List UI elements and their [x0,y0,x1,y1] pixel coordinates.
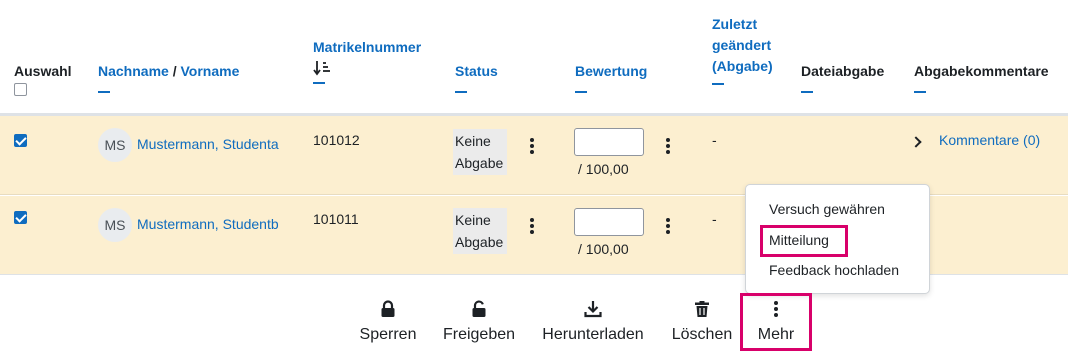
grade-menu-icon[interactable] [662,218,674,234]
sort-matrikel-link[interactable]: Matrikelnummer [313,39,421,55]
col-header-select-label: Auswahl [14,63,72,79]
col-header-comments: Abgabekommentare [914,61,1049,93]
delete-button[interactable]: Löschen [672,300,732,344]
status-line-2: Abgabe [455,155,504,171]
status-menu-icon[interactable] [526,138,538,154]
comments-link[interactable]: Kommentare (0) [939,132,1040,148]
status-menu-icon[interactable] [526,218,538,234]
modified-line-1[interactable]: Zuletzt [712,14,773,35]
sort-grade-link[interactable]: Bewertung [575,63,647,79]
matrikel-value: 101012 [313,132,360,148]
name-slash: / [168,63,181,79]
col-header-file: Dateiabgabe [801,61,884,93]
select-all-checkbox[interactable] [14,83,27,96]
file-label: Dateiabgabe [801,63,885,79]
collapse-modified-icon[interactable] [712,83,724,85]
status-line-1: Keine [455,212,491,228]
collapse-matrikel-icon[interactable] [313,82,325,84]
avatar-initials: MS [104,137,126,153]
avatar-initials: MS [104,217,126,233]
collapse-status-icon[interactable] [455,91,467,93]
matrikel-value: 101011 [313,211,359,227]
highlight-more [740,293,812,351]
col-header-modified[interactable]: Zuletzt geändert (Abgabe) [712,14,773,85]
menu-item-upload-feedback[interactable]: Feedback hochladen [769,262,899,278]
sort-descending-icon [313,61,330,76]
status-badge: Keine Abgabe [453,208,507,254]
col-header-select: Auswahl [14,61,72,82]
student-name-link[interactable]: Mustermann, Studenta [137,136,279,152]
grade-menu-icon[interactable] [662,138,674,154]
modified-value: - [712,211,717,227]
row-select-checkbox[interactable] [14,134,27,147]
unlock-label: Freigeben [442,326,516,343]
col-header-name: Nachname / Vorname [98,61,239,93]
highlight-message [760,225,848,257]
grade-input[interactable] [574,208,644,236]
comments-label: Abgabekommentare [914,63,1049,79]
status-line-1: Keine [455,133,491,149]
delete-label: Löschen [671,326,733,343]
status-line-2: Abgabe [455,234,504,250]
trash-icon [695,301,709,317]
sort-firstname-link[interactable]: Vorname [180,63,239,79]
col-header-status[interactable]: Status [455,61,498,93]
student-name-link[interactable]: Mustermann, Studentb [137,216,279,232]
menu-item-grant-attempt[interactable]: Versuch gewähren [769,201,885,217]
modified-line-3[interactable]: (Abgabe) [712,56,773,77]
collapse-file-icon[interactable] [801,91,813,93]
lock-icon [381,300,395,317]
modified-line-2[interactable]: geändert [712,35,773,56]
grade-max: / 100,00 [578,161,629,177]
modified-value: - [712,132,717,148]
chevron-right-icon[interactable] [910,136,922,148]
col-header-grade[interactable]: Bewertung [575,61,647,93]
download-icon [584,301,602,318]
download-button[interactable]: Herunterladen [541,300,645,344]
lock-label: Sperren [359,326,417,343]
collapse-name-icon[interactable] [98,91,110,93]
unlock-button[interactable]: Freigeben [442,300,516,344]
row-select-checkbox[interactable] [14,211,27,224]
avatar[interactable]: MS [98,208,132,242]
col-header-matrikel[interactable]: Matrikelnummer [313,37,421,84]
grade-input[interactable] [574,128,644,156]
sort-lastname-link[interactable]: Nachname [98,63,169,79]
collapse-comments-icon[interactable] [914,91,926,93]
status-badge: Keine Abgabe [453,129,507,175]
grade-max: / 100,00 [578,241,629,257]
sort-status-link[interactable]: Status [455,63,498,79]
avatar[interactable]: MS [98,128,132,162]
lock-button[interactable]: Sperren [360,300,416,344]
collapse-grade-icon[interactable] [575,91,587,93]
unlock-icon [472,300,486,317]
download-label: Herunterladen [542,326,644,343]
